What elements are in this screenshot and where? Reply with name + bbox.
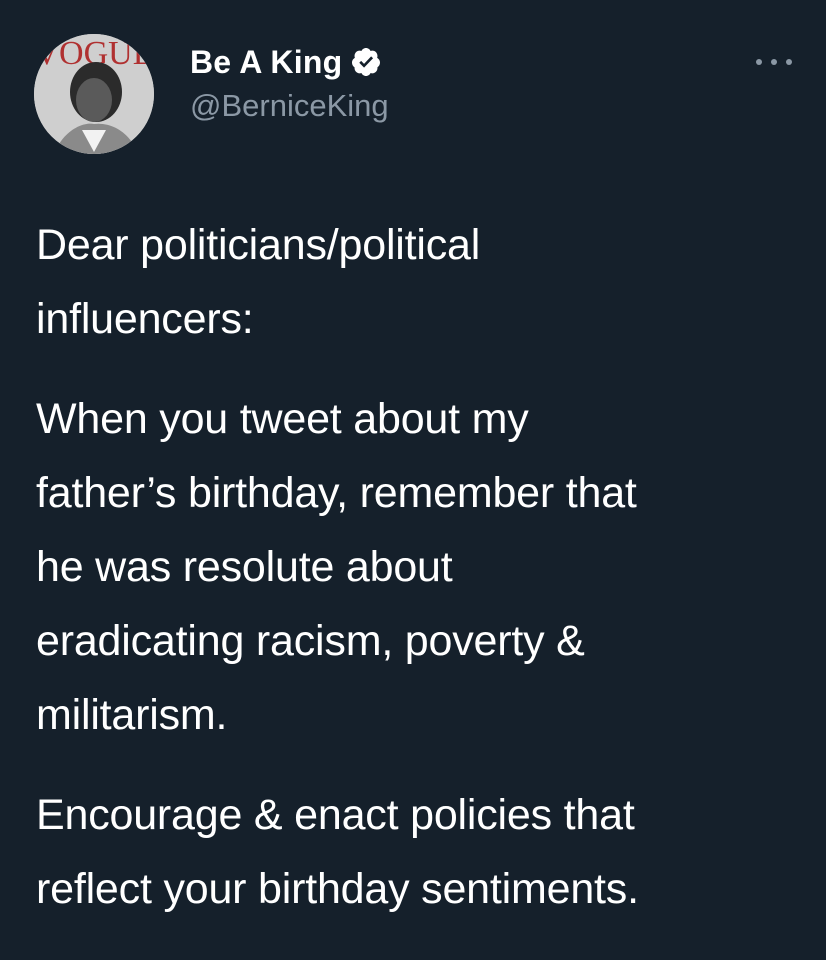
more-dot [786, 59, 792, 65]
display-name-row: Be A King [190, 40, 389, 84]
verified-badge-icon [350, 46, 382, 78]
avatar[interactable]: VOGUE [34, 34, 154, 154]
avatar-image: VOGUE [34, 34, 154, 154]
tweet-paragraph: When you tweet about my father’s birthda… [36, 395, 637, 739]
more-dot [756, 59, 762, 65]
more-dot [771, 59, 777, 65]
author-handle[interactable]: @BerniceKing [190, 88, 389, 124]
author-info: Be A King @BerniceKing [190, 40, 389, 124]
tweet-text: Dear politicians/political influencers: … [36, 208, 806, 952]
more-options-icon[interactable] [756, 56, 792, 68]
tweet-paragraph: Dear politicians/political influencers: [36, 221, 481, 343]
display-name[interactable]: Be A King [190, 44, 342, 81]
tweet-paragraph: Encourage & enact policies that reflect … [36, 791, 639, 913]
tweet-card: VOGUE Be A King @BerniceKing Dear politi… [0, 0, 826, 960]
